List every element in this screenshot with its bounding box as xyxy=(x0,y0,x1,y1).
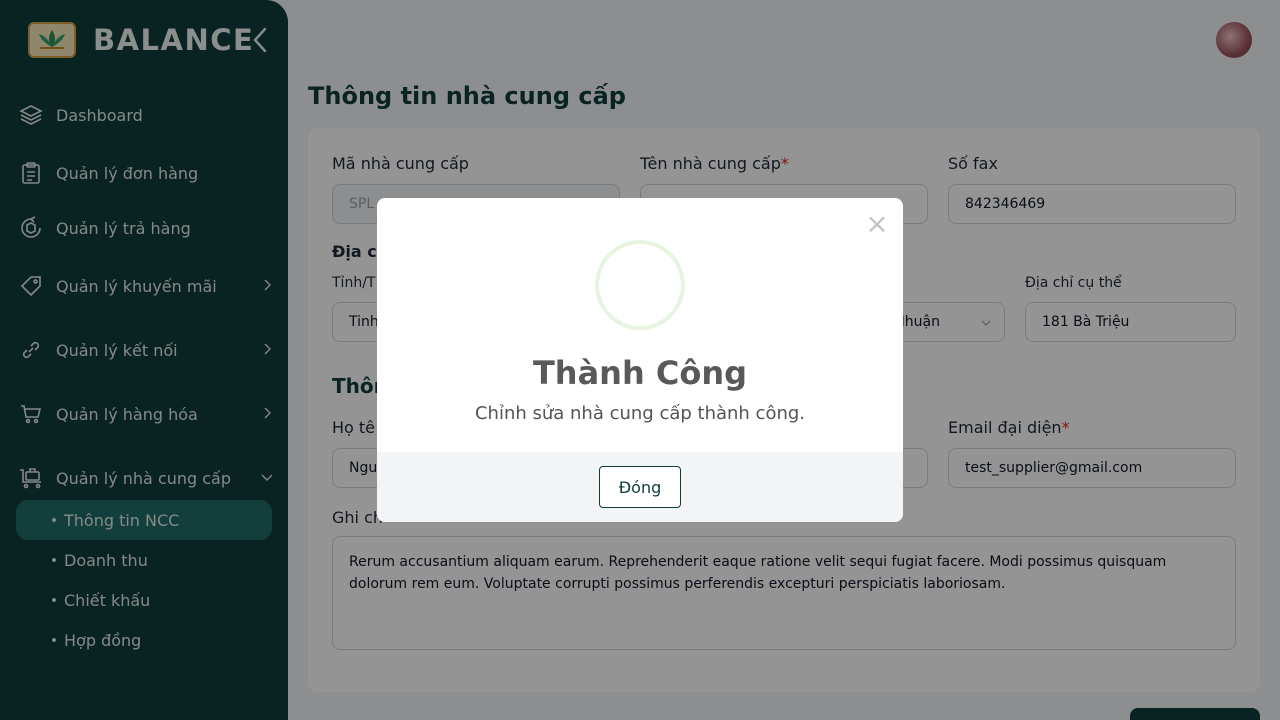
close-icon[interactable]: × xyxy=(865,210,889,238)
modal-message: Chỉnh sửa nhà cung cấp thành công. xyxy=(474,403,806,424)
modal-footer: Đóng xyxy=(377,452,903,522)
close-button[interactable]: Đóng xyxy=(599,466,681,508)
success-modal: × Thành Công Chỉnh sửa nhà cung cấp thàn… xyxy=(377,198,903,522)
modal-title: Thành Công xyxy=(532,354,748,392)
success-icon xyxy=(595,240,685,330)
